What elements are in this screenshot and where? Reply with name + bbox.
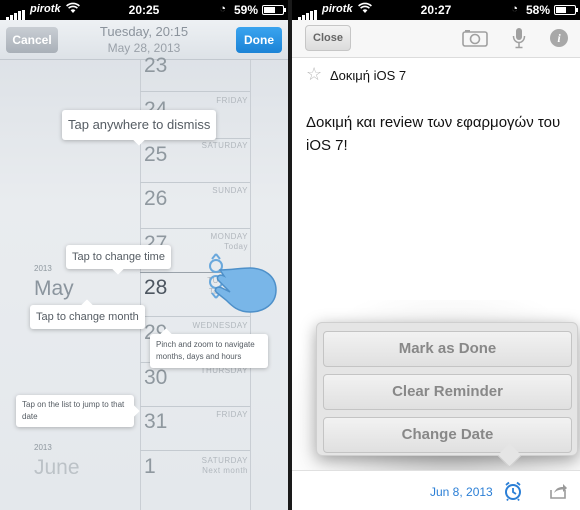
day-number[interactable]: 31: [144, 410, 167, 434]
mark-as-done-button[interactable]: Mark as Done: [323, 331, 572, 367]
alarm-icon[interactable]: [504, 481, 522, 501]
note-body[interactable]: Δοκιμή και review των εφαρμογών του iOS …: [306, 111, 571, 157]
divider: [140, 450, 250, 451]
day-name: SATURDAY: [201, 456, 248, 465]
tip-dismiss[interactable]: Tap anywhere to dismiss: [62, 110, 217, 140]
battery-percent: 58%: [525, 3, 550, 17]
hand-gesture-icon: [209, 253, 277, 313]
day-name: MONDAY: [210, 232, 248, 241]
battery-icon: [554, 5, 578, 15]
bottom-toolbar: Jun 8, 2013: [292, 470, 580, 510]
day-number[interactable]: 1: [144, 455, 156, 479]
divider: [140, 228, 250, 229]
day-name: SATURDAY: [201, 141, 248, 150]
status-bar: pirotk 20:25 ◔ 59%: [0, 0, 288, 20]
day-name: WEDNESDAY: [192, 321, 248, 330]
lock-icon: ◔: [511, 3, 518, 15]
date-picker-screen: pirotk 20:25 ◔ 59% Cancel Tuesday, 20:15…: [0, 0, 288, 510]
divider: [140, 406, 250, 407]
month-year: 2013: [34, 264, 52, 273]
month-name[interactable]: June: [34, 456, 80, 480]
divider: [140, 91, 250, 92]
divider: [140, 182, 250, 183]
selected-date-subtitle: May 28, 2013: [107, 41, 181, 55]
cancel-button[interactable]: Cancel: [6, 27, 58, 53]
month-year: 2013: [34, 443, 52, 452]
day-sublabel: Today: [224, 242, 248, 251]
selected-time-title: Tuesday, 20:15: [99, 24, 189, 39]
close-button[interactable]: Close: [305, 25, 351, 51]
day-name: FRIDAY: [216, 96, 248, 105]
day-number[interactable]: 25: [144, 143, 167, 167]
note-title[interactable]: Δοκιμή iOS 7: [330, 68, 406, 83]
change-date-button[interactable]: Change Date: [323, 417, 572, 453]
star-icon[interactable]: ☆: [306, 64, 322, 85]
month-name-selected[interactable]: May: [34, 277, 74, 301]
battery-percent: 59%: [233, 3, 258, 17]
reminder-menu: Mark as Done Clear Reminder Change Date: [316, 322, 578, 456]
reminder-date-link[interactable]: Jun 8, 2013: [430, 485, 493, 499]
day-number[interactable]: 23: [144, 54, 167, 78]
day-sublabel: Next month: [202, 466, 248, 475]
lock-icon: ◔: [219, 3, 226, 15]
note-screen: pirotk 20:27 ◔ 58% Close i ☆ Δοκιμή iOS …: [292, 0, 580, 510]
battery-icon: [262, 5, 286, 15]
share-icon[interactable]: [548, 482, 568, 500]
tip-pinch-zoom: Pinch and zoom to navigate months, days …: [150, 334, 268, 368]
day-number-selected[interactable]: 28: [144, 276, 167, 300]
tip-jump-to-date: Tap on the list to jump to that date: [16, 395, 134, 427]
camera-icon[interactable]: [462, 29, 488, 47]
info-icon[interactable]: i: [550, 29, 568, 47]
day-name: SUNDAY: [212, 186, 248, 195]
tip-change-time: Tap to change time: [66, 245, 171, 269]
status-bar: pirotk 20:27 ◔ 58%: [292, 0, 580, 20]
done-button[interactable]: Done: [236, 27, 282, 53]
clear-reminder-button[interactable]: Clear Reminder: [323, 374, 572, 410]
navigation-bar: Close i: [292, 20, 580, 58]
tip-change-month: Tap to change month: [30, 305, 145, 329]
day-number[interactable]: 30: [144, 366, 167, 390]
day-name: FRIDAY: [216, 410, 248, 419]
microphone-icon[interactable]: [512, 27, 526, 49]
day-number[interactable]: 26: [144, 187, 167, 211]
